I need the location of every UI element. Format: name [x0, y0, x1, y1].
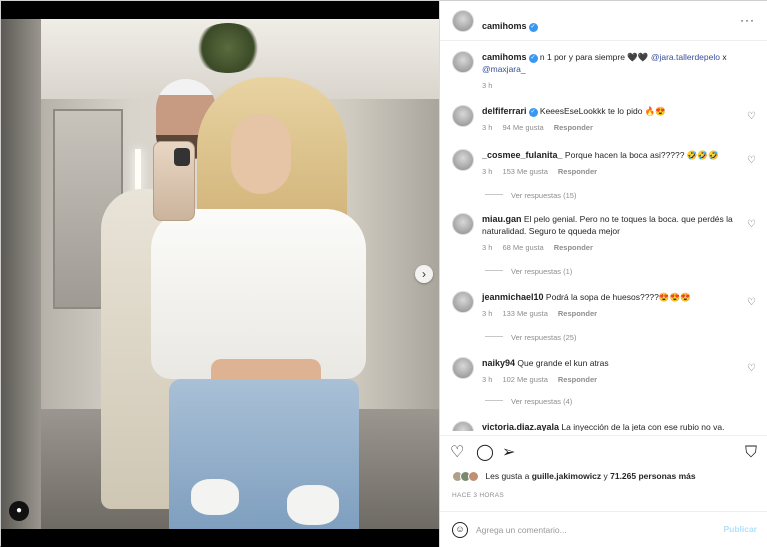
reply-button[interactable]: Responder: [554, 243, 593, 252]
photo-jeans-rip: [287, 485, 339, 525]
commenter-avatar[interactable]: [452, 149, 474, 171]
photo-mirror-edge: [1, 19, 41, 529]
publish-button[interactable]: Publicar: [723, 524, 757, 534]
post-actions-bar: ♡ ◯ ➢ ⛉: [440, 435, 767, 471]
comment-likes[interactable]: 153 Me gusta: [502, 167, 547, 176]
reply-button[interactable]: Responder: [558, 167, 597, 176]
post-photo[interactable]: [1, 19, 439, 529]
comment-text: Que grande el kun atras: [517, 358, 609, 368]
view-replies-link[interactable]: Ver respuestas (25): [485, 333, 576, 342]
reply-button[interactable]: Responder: [554, 123, 593, 132]
like-comment-heart-icon[interactable]: ♡: [747, 219, 756, 231]
liker-username[interactable]: guille.jakimowicz: [532, 471, 601, 481]
share-send-icon[interactable]: ➢: [502, 444, 515, 462]
photo-phone-camera: [174, 148, 190, 166]
caption-age: 3 h: [482, 81, 493, 90]
likes-prefix: Les gusta a: [485, 471, 532, 481]
view-replies-link[interactable]: Ver respuestas (15): [485, 191, 576, 200]
commenter-username[interactable]: jeanmichael10: [482, 292, 544, 302]
comment-age: 3 h: [482, 167, 493, 176]
post-header: camihoms ✓ ···: [440, 1, 767, 41]
likes-connector: y: [601, 471, 611, 481]
caption-mention[interactable]: @jara.tallerdepelo: [651, 52, 720, 62]
photo-phone: [153, 141, 195, 221]
comment-age: 3 h: [482, 243, 493, 252]
tagged-user-icon[interactable]: ●: [9, 501, 29, 521]
post-timestamp: HACE 3 HORAS: [452, 492, 505, 499]
comment-text: KeeesEseLookkk te lo pido 🔥😍: [539, 106, 666, 116]
reply-button[interactable]: Responder: [558, 309, 597, 318]
caption-username[interactable]: camihoms: [482, 52, 527, 62]
photo-white-shirt: [151, 209, 366, 379]
like-comment-heart-icon[interactable]: ♡: [747, 155, 756, 167]
likes-summary[interactable]: Les gusta a guille.jakimowicz y 71.265 p…: [452, 471, 762, 482]
like-comment-heart-icon[interactable]: ♡: [747, 111, 756, 123]
commenter-username[interactable]: delfiferrari: [482, 106, 527, 116]
liker-avatar: [468, 471, 479, 482]
like-comment-heart-icon[interactable]: ♡: [747, 363, 756, 375]
comment-likes[interactable]: 68 Me gusta: [502, 243, 543, 252]
emoji-smiley-icon[interactable]: ☺: [452, 522, 468, 538]
commenter-username[interactable]: _cosmee_fulanita_: [482, 150, 563, 160]
verified-badge-icon: ✓: [528, 23, 538, 32]
comment-likes[interactable]: 94 Me gusta: [502, 123, 543, 132]
author-username[interactable]: camihoms: [482, 21, 527, 31]
author-avatar[interactable]: [452, 51, 474, 73]
likes-count[interactable]: 71.265 personas más: [610, 471, 696, 481]
caption-connector: x: [719, 52, 727, 62]
commenter-username[interactable]: victoria.diaz.ayala: [482, 422, 559, 431]
comments-list[interactable]: camihoms ✓ n 1 por y para siempre 🖤🖤 @jar…: [440, 41, 767, 431]
add-comment-bar: ☺ Publicar: [440, 511, 767, 547]
commenter-username[interactable]: miau.gan: [482, 214, 522, 224]
commenter-username[interactable]: naiky94: [482, 358, 515, 368]
comment-text: La inyección de la jeta con ese rubio no…: [561, 422, 725, 431]
caption-text: n 1 por y para siempre 🖤🖤: [539, 52, 649, 62]
next-photo-chevron-icon[interactable]: ›: [415, 265, 433, 283]
photo-jeans-rip: [191, 479, 239, 515]
comment-age: 3 h: [482, 309, 493, 318]
comment-bubble-icon[interactable]: ◯: [476, 444, 494, 462]
photo-plant: [193, 23, 263, 73]
photo-woman-face: [231, 114, 291, 194]
more-options-icon[interactable]: ···: [740, 13, 755, 27]
comment-input[interactable]: [476, 522, 706, 538]
commenter-avatar[interactable]: [452, 105, 474, 127]
verified-badge-icon: ✓: [528, 54, 538, 63]
comment-age: 3 h: [482, 123, 493, 132]
instagram-post-frame: › ● camihoms ✓ ··· camihoms ✓ n 1 por y pa…: [0, 0, 767, 547]
caption-mention[interactable]: @maxjara_: [482, 64, 526, 74]
comment-text: Porque hacen la boca asi????? 🤣🤣🤣: [564, 150, 719, 160]
verified-badge-icon: ✓: [528, 108, 538, 117]
letterbox-bottom: [1, 529, 439, 547]
comment-likes[interactable]: 102 Me gusta: [502, 375, 547, 384]
like-heart-icon[interactable]: ♡: [450, 444, 464, 462]
commenter-avatar[interactable]: [452, 291, 474, 313]
view-replies-link[interactable]: Ver respuestas (1): [485, 267, 572, 276]
letterbox-top: [1, 1, 439, 19]
commenter-avatar[interactable]: [452, 213, 474, 235]
save-bookmark-icon[interactable]: ⛉: [745, 444, 757, 462]
commenter-avatar[interactable]: [452, 421, 474, 431]
view-replies-link[interactable]: Ver respuestas (4): [485, 397, 572, 406]
photo-ripped-jeans: [169, 379, 359, 529]
commenter-avatar[interactable]: [452, 357, 474, 379]
comment-age: 3 h: [482, 375, 493, 384]
like-comment-heart-icon[interactable]: ♡: [747, 297, 756, 309]
comment-likes[interactable]: 133 Me gusta: [502, 309, 547, 318]
post-side-panel: camihoms ✓ ··· camihoms ✓ n 1 por y para s…: [439, 1, 767, 547]
comment-text: Podrá la sopa de huesos????😍😍😍: [545, 292, 691, 302]
author-avatar[interactable]: [452, 10, 474, 32]
reply-button[interactable]: Responder: [558, 375, 597, 384]
